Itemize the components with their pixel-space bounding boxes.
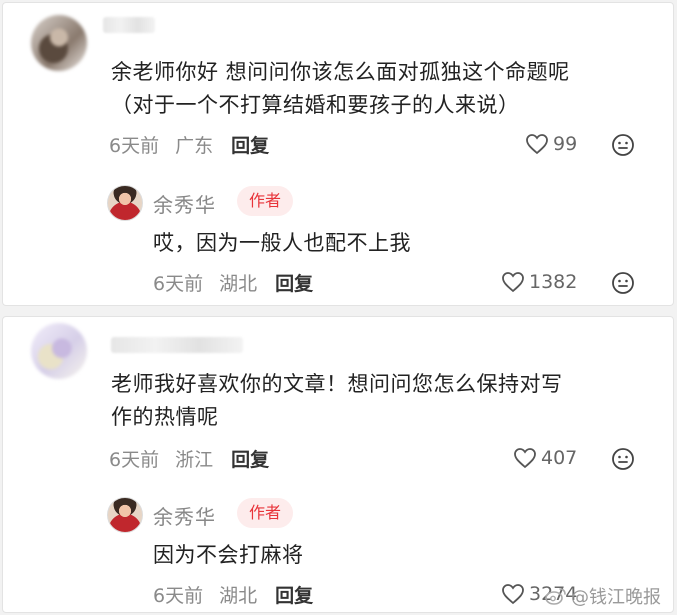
comment-text: 余老师你好 想问问你该怎么面对孤独这个命题呢 （对于一个不打算结婚和要孩子的人来… [111,56,653,122]
author-avatar[interactable] [107,497,143,533]
reply-time: 6天前 [153,272,204,295]
comment-line: 余老师你好 想问问你该怎么面对孤独这个命题呢 [111,60,570,84]
emoji-icon[interactable] [611,133,635,157]
comment-time: 6天前 [109,448,160,471]
comment-card: 余老师你好 想问问你该怎么面对孤独这个命题呢 （对于一个不打算结婚和要孩子的人来… [2,2,674,306]
comment-card: 老师我好喜欢你的文章！想问问您怎么保持对写 作的热情呢 6天前 浙江 回复 40… [2,316,674,613]
author-badge: 作者 [237,498,294,528]
comment-line: 老师我好喜欢你的文章！想问问您怎么保持对写 [111,372,563,396]
heart-icon [502,272,524,293]
like-button[interactable]: 1382 [501,267,577,297]
emoji-icon[interactable] [611,447,635,471]
weibo-icon [545,588,566,605]
reply-meta: 6天前 湖北 回复 [153,579,329,609]
like-count: 1382 [529,271,578,293]
username-blurred[interactable] [111,337,243,353]
reply-button[interactable]: 回复 [275,269,313,296]
author-badge: 作者 [237,186,294,216]
like-count: 407 [541,447,578,469]
comment-text: 老师我好喜欢你的文章！想问问您怎么保持对写 作的热情呢 [111,368,653,434]
like-button[interactable]: 99 [525,129,577,159]
reply-location: 湖北 [219,584,258,607]
emoji-icon[interactable] [611,271,635,295]
watermark-text: @钱江晚报 [571,587,661,608]
comment-meta: 6天前 浙江 回复 [109,443,285,473]
author-name[interactable]: 余秀华 [153,501,216,530]
heart-icon [526,134,548,155]
comment-location: 浙江 [175,448,214,471]
author-name[interactable]: 余秀华 [153,189,216,218]
comment-line: （对于一个不打算结婚和要孩子的人来说） [111,93,520,117]
heart-icon [502,584,524,605]
comment-location: 广东 [175,134,214,157]
author-avatar[interactable] [107,185,143,221]
comment-meta: 6天前 广东 回复 [109,129,285,159]
watermark: @钱江晚报 [545,583,661,609]
comment-line: 作的热情呢 [111,405,219,429]
reply-button[interactable]: 回复 [275,581,313,608]
reply-button[interactable]: 回复 [231,445,269,472]
heart-icon [514,448,536,469]
reply-text: 哎，因为一般人也配不上我 [153,231,411,255]
reply-text: 因为不会打麻将 [153,543,304,567]
avatar[interactable] [31,15,87,71]
reply-meta: 6天前 湖北 回复 [153,267,329,297]
comment-time: 6天前 [109,134,160,157]
reply-time: 6天前 [153,584,204,607]
like-count: 99 [553,133,578,155]
reply-location: 湖北 [219,272,258,295]
username-blurred[interactable] [103,17,155,33]
like-button[interactable]: 407 [513,443,577,473]
avatar[interactable] [31,323,87,379]
reply-button[interactable]: 回复 [231,131,269,158]
